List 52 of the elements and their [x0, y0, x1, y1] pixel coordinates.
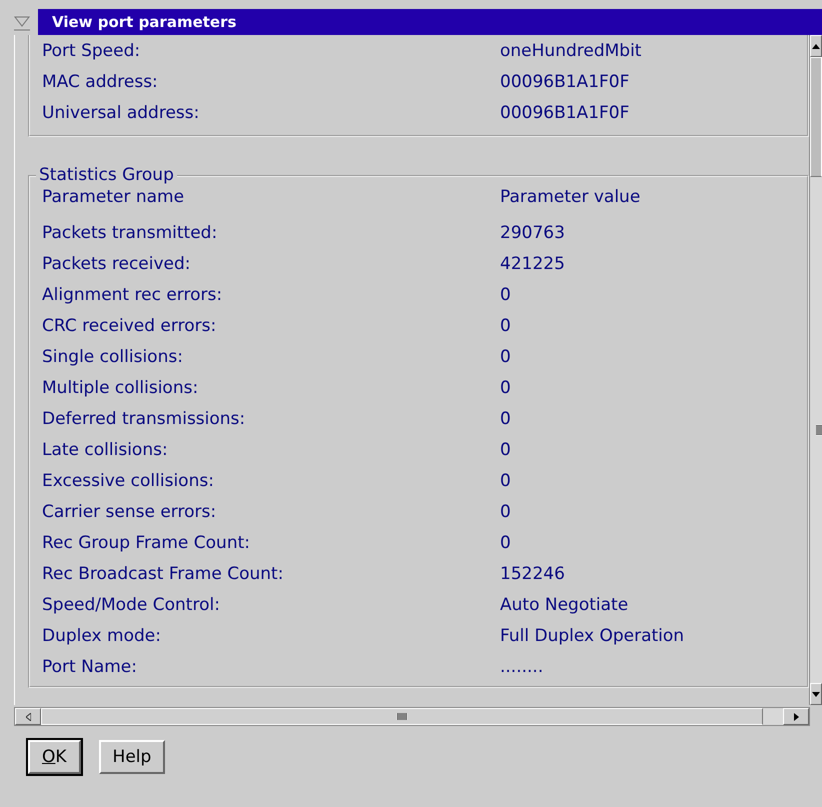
- parameter-label: Port Name:: [42, 656, 138, 676]
- parameter-value: ........: [500, 656, 544, 676]
- parameter-value: 0: [500, 532, 511, 552]
- parameter-value: 00096B1A1F0F: [500, 102, 630, 122]
- parameter-label: Speed/Mode Control:: [42, 594, 221, 614]
- parameter-label: Packets received:: [42, 254, 192, 274]
- parameter-value: 0: [500, 378, 511, 398]
- parameter-label: Packets transmitted:: [42, 222, 218, 242]
- parameter-value: Auto Negotiate: [500, 594, 628, 614]
- parameter-value: 00096B1A1F0F: [500, 72, 630, 92]
- group-title: Statistics Group: [36, 165, 177, 185]
- parameter-value: 0: [500, 284, 511, 304]
- parameter-value: 421225: [500, 254, 565, 274]
- parameter-label: Alignment rec errors:: [42, 284, 224, 304]
- scroll-thumb[interactable]: [810, 57, 822, 177]
- parameter-label: Duplex mode:: [42, 626, 162, 646]
- scroll-thumb[interactable]: [41, 708, 763, 725]
- scroll-left-icon[interactable]: [15, 708, 41, 725]
- horizontal-scrollbar[interactable]: [14, 707, 810, 726]
- parameter-value: 290763: [500, 222, 565, 242]
- parameter-value: 0: [500, 440, 511, 460]
- parameter-label: Rec Broadcast Frame Count:: [42, 564, 284, 584]
- parameter-label: Excessive collisions:: [42, 470, 215, 490]
- scroll-down-icon[interactable]: [810, 683, 822, 705]
- parameter-value: 0: [500, 408, 511, 428]
- parameter-value: 0: [500, 346, 511, 366]
- parameter-value: oneHundredMbit: [500, 40, 642, 60]
- grip-icon: [816, 425, 822, 435]
- column-header: Parameter name: [42, 187, 186, 207]
- parameter-label: Multiple collisions:: [42, 378, 200, 398]
- window-title: View port parameters: [38, 9, 822, 35]
- scroll-right-icon[interactable]: [783, 708, 809, 725]
- parameter-value: Full Duplex Operation: [500, 626, 684, 646]
- parameter-value: 0: [500, 502, 511, 522]
- parameter-label: Deferred transmissions:: [42, 408, 246, 428]
- parameter-label: Universal address:: [42, 102, 200, 122]
- parameter-label: Late collisions:: [42, 440, 169, 460]
- parameter-label: Single collisions:: [42, 346, 184, 366]
- parameter-value: 0: [500, 470, 511, 490]
- vertical-scrollbar[interactable]: [809, 35, 822, 705]
- ok-button[interactable]: OK: [28, 740, 81, 774]
- grip-icon: [397, 713, 407, 720]
- parameter-label: Carrier sense errors:: [42, 502, 218, 522]
- parameter-label: Port Speed:: [42, 40, 142, 60]
- parameter-label: Rec Group Frame Count:: [42, 532, 252, 552]
- help-button[interactable]: Help: [98, 740, 166, 774]
- parameter-value: 0: [500, 316, 511, 336]
- parameter-label: MAC address:: [42, 72, 159, 92]
- scroll-up-icon[interactable]: [810, 35, 822, 57]
- parameter-value: 152246: [500, 564, 565, 584]
- parameter-label: CRC received errors:: [42, 316, 218, 336]
- column-header: Parameter value: [500, 187, 640, 207]
